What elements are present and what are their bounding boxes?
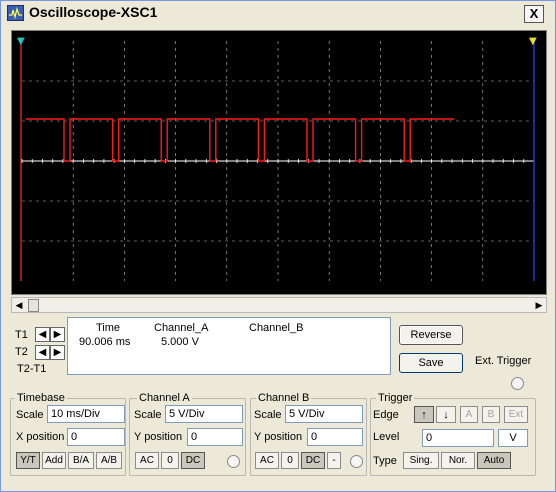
channel-b-ac-button[interactable]: AC [255, 452, 279, 469]
timebase-scale-input[interactable]: 10 ms/Div [47, 405, 125, 423]
horizontal-scrollbar[interactable]: ◀ ▶ [11, 297, 547, 313]
channel-a-ypos-label: Y position [134, 431, 183, 443]
readout-time-header: Time [96, 322, 121, 334]
ext-trigger-terminal[interactable] [511, 377, 524, 390]
trigger-source-b-button[interactable]: B [482, 406, 500, 423]
timebase-title: Timebase [15, 392, 67, 404]
channel-b-invert-button[interactable]: - [327, 452, 341, 469]
channel-a-trace [26, 118, 454, 162]
falling-edge-button[interactable]: ↓ [436, 406, 456, 423]
t2-t1-label: T2-T1 [17, 363, 47, 375]
timebase-scale-label: Scale [16, 409, 44, 421]
title-bar[interactable]: Oscilloscope-XSC1 X [1, 1, 555, 23]
channel-a-title: Channel A [137, 392, 192, 404]
trigger-level-input[interactable]: 0 [422, 429, 494, 447]
rising-edge-button[interactable]: ↑ [414, 406, 434, 423]
trigger-source-a-button[interactable]: A [460, 406, 478, 423]
close-button[interactable]: X [524, 5, 544, 23]
t2-right-arrow-icon[interactable]: ▶ [50, 345, 65, 360]
channel-a-dc-button[interactable]: DC [181, 452, 205, 469]
channel-b-ypos-input[interactable]: 0 [307, 428, 363, 446]
channel-b-dc-button[interactable]: DC [301, 452, 325, 469]
save-button[interactable]: Save [399, 353, 463, 373]
channel-b-title: Channel B [256, 392, 312, 404]
trigger-edge-label: Edge [373, 409, 399, 421]
readout-channel-b-header: Channel_B [249, 322, 304, 334]
mode-ba-button[interactable]: B/A [68, 452, 94, 469]
channel-a-ac-button[interactable]: AC [135, 452, 159, 469]
trigger-level-unit[interactable]: V [498, 429, 528, 447]
oscilloscope-app-icon [7, 5, 24, 21]
ext-trigger-label: Ext. Trigger [475, 355, 532, 367]
channel-a-scale-input[interactable]: 5 V/Div [165, 405, 243, 423]
scroll-left-icon[interactable]: ◀ [12, 298, 26, 312]
channel-b-ypos-label: Y position [254, 431, 303, 443]
mode-ab-button[interactable]: A/B [96, 452, 122, 469]
trigger-title: Trigger [376, 392, 415, 404]
trigger-level-label: Level [373, 431, 400, 443]
timebase-xpos-label: X position [16, 431, 65, 443]
reverse-button[interactable]: Reverse [399, 325, 463, 345]
readout-channel-a-value: 5.000 V [161, 336, 199, 348]
window-title: Oscilloscope-XSC1 [29, 4, 158, 20]
channel-b-scale-label: Scale [254, 409, 282, 421]
readout-time-value: 90.006 ms [79, 336, 131, 348]
timebase-xpos-input[interactable]: 0 [67, 428, 125, 446]
trigger-source-ext-button[interactable]: Ext [504, 406, 528, 423]
t2-left-arrow-icon[interactable]: ◀ [35, 345, 50, 360]
mode-add-button[interactable]: Add [42, 452, 66, 469]
t1-right-arrow-icon[interactable]: ▶ [50, 327, 65, 342]
scope-display: ▼ ▼ [17, 36, 537, 281]
channel-a-zero-button[interactable]: 0 [161, 452, 179, 469]
channel-a-ypos-input[interactable]: 0 [187, 428, 243, 446]
channel-b-terminal[interactable] [350, 455, 363, 468]
scroll-thumb[interactable] [28, 299, 39, 312]
channel-b-zero-button[interactable]: 0 [281, 452, 299, 469]
cursor-readout-panel: Time Channel_A Channel_B 90.006 ms 5.000… [67, 317, 391, 375]
oscilloscope-window: Oscilloscope-XSC1 X ▼ ▼ ◀ ▶ T1 ◀ ▶ T2 ◀ ▶… [0, 0, 556, 492]
channel-b-scale-input[interactable]: 5 V/Div [285, 405, 363, 423]
scope-screen[interactable]: ▼ ▼ [11, 30, 547, 295]
mode-yt-button[interactable]: Y/T [16, 452, 40, 469]
channel-a-terminal[interactable] [227, 455, 240, 468]
readout-channel-a-header: Channel_A [154, 322, 209, 334]
channel-a-scale-label: Scale [134, 409, 162, 421]
cursor-t1-marker-icon: ▼ [17, 36, 25, 47]
cursor-t2-marker-icon: ▼ [529, 36, 537, 47]
t2-label: T2 [15, 346, 28, 358]
watermark-logo [411, 447, 547, 477]
trigger-type-label: Type [373, 455, 397, 467]
scroll-right-icon[interactable]: ▶ [532, 298, 546, 312]
t1-label: T1 [15, 329, 28, 341]
t1-left-arrow-icon[interactable]: ◀ [35, 327, 50, 342]
